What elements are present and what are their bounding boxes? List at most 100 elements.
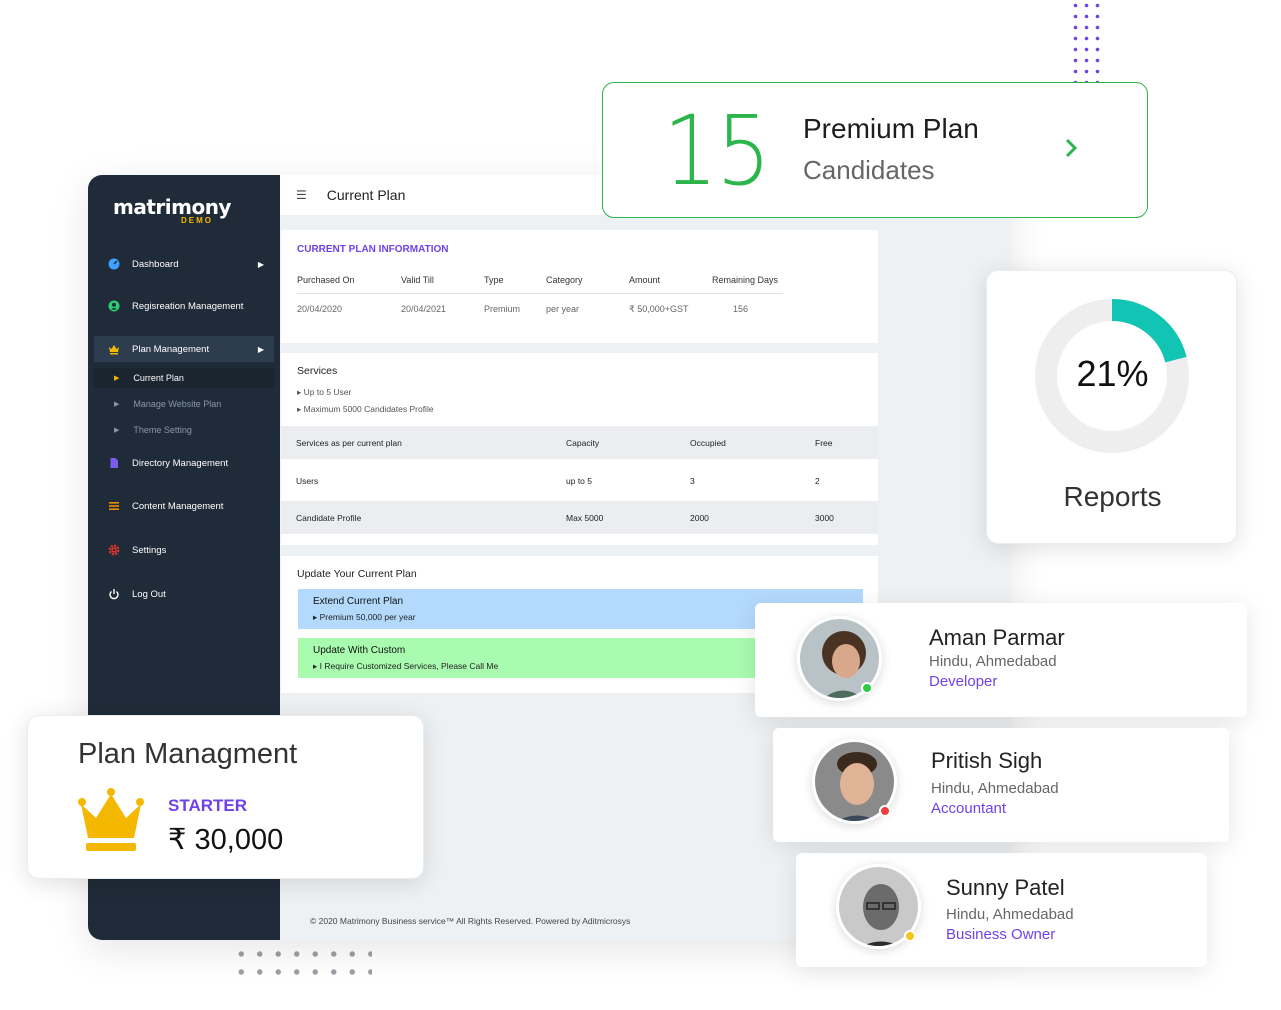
- sidebar-subitem-theme-setting[interactable]: ▶ Theme Setting: [94, 420, 274, 440]
- plan-tier: STARTER: [168, 796, 248, 815]
- reports-card[interactable]: 21% Reports: [986, 270, 1237, 544]
- menu-toggle-icon[interactable]: ☰: [296, 188, 307, 202]
- column-header: Purchased On: [297, 275, 355, 285]
- sidebar-item-content[interactable]: Content Management: [94, 493, 274, 519]
- person-role: Developer: [929, 673, 998, 690]
- sidebar-item-plan-management[interactable]: Plan Management ▶: [94, 336, 274, 362]
- crown-icon: [108, 343, 120, 355]
- table-cell: 2000: [690, 513, 709, 523]
- sidebar-item-directory[interactable]: Directory Management: [94, 450, 274, 476]
- decorative-dots-top: [1070, 0, 1102, 82]
- table-cell: 2: [815, 476, 820, 486]
- sidebar-item-label: Log Out: [132, 588, 166, 600]
- person-role: Business Owner: [946, 926, 1056, 943]
- sidebar-subitem-current-plan[interactable]: ▶ Current Plan: [94, 368, 274, 388]
- premium-plan-card[interactable]: 15 Premium Plan Candidates: [602, 82, 1148, 218]
- sidebar-item-settings[interactable]: Settings: [94, 537, 274, 563]
- current-plan-card: CURRENT PLAN INFORMATION Purchased On Va…: [281, 230, 878, 343]
- table-header: Occupied: [690, 438, 726, 448]
- update-plan-title: Update Your Current Plan: [297, 568, 417, 580]
- table-cell: Max 5000: [566, 513, 604, 523]
- person-location: Hindu, Ahmedabad: [929, 653, 1057, 670]
- sidebar-subitem-label: Theme Setting: [133, 425, 192, 435]
- cell-value: ₹ 50,000+GST: [629, 304, 689, 314]
- service-list-item: ▸ Maximum 5000 Candidates Profile: [297, 404, 434, 414]
- stage: matrimony DEMO Dashboard ▶ Regisreation …: [0, 0, 1281, 1010]
- person-name: Sunny Patel: [946, 875, 1065, 900]
- sidebar-item-label: Directory Management: [132, 457, 229, 469]
- decorative-dots-bottom: [232, 945, 372, 977]
- table-row: Users up to 5 3 2: [281, 464, 878, 497]
- option-title: Update With Custom: [313, 645, 406, 656]
- plan-price: ₹ 30,000: [168, 824, 284, 856]
- sidebar-subitem-label: Current Plan: [133, 373, 184, 383]
- crown-icon: [78, 788, 144, 859]
- plan-card-title: Plan Managment: [78, 738, 298, 770]
- table-header-row: Services as per current plan Capacity Oc…: [281, 426, 878, 459]
- person-role: Accountant: [931, 800, 1007, 817]
- table-cell: up to 5: [566, 476, 592, 486]
- caret-right-icon: ▶: [114, 427, 120, 434]
- caret-right-icon: ▶: [114, 375, 120, 382]
- user-circle-icon: [108, 300, 120, 312]
- chevron-right-icon[interactable]: [1063, 135, 1079, 166]
- person-card[interactable]: Pritish Sigh Hindu, Ahmedabad Accountant: [773, 728, 1229, 842]
- person-location: Hindu, Ahmedabad: [931, 780, 1059, 797]
- cell-value: 156: [733, 304, 749, 314]
- list-icon: [108, 500, 120, 512]
- sidebar-subitem-label: Manage Website Plan: [133, 399, 222, 409]
- logo-text: matrimony: [113, 195, 231, 219]
- sidebar-item-logout[interactable]: Log Out: [94, 581, 274, 607]
- services-title: Services: [297, 365, 338, 377]
- footer-text: © 2020 Matrimony Business service™ All R…: [310, 916, 631, 926]
- services-card: Services ▸ Up to 5 User ▸ Maximum 5000 C…: [281, 353, 878, 545]
- table-cell: Users: [296, 476, 319, 486]
- cell-value: Premium: [484, 304, 521, 314]
- caret-right-icon: ▶: [257, 344, 264, 354]
- caret-right-icon: ▶: [257, 259, 264, 269]
- person-card[interactable]: Sunny Patel Hindu, Ahmedabad Business Ow…: [796, 853, 1207, 967]
- sidebar-item-label: Settings: [132, 544, 167, 556]
- table-row: Candidate Profile Max 5000 2000 3000: [281, 501, 878, 534]
- reports-label: Reports: [1063, 481, 1162, 512]
- status-indicator: [904, 930, 916, 942]
- sidebar-item-label: Regisreation Management: [132, 300, 244, 312]
- service-list-item: ▸ Up to 5 User: [297, 387, 352, 397]
- page-title: Current Plan: [326, 187, 406, 203]
- table-header: Services as per current plan: [296, 438, 402, 448]
- logo[interactable]: matrimony DEMO: [113, 195, 231, 225]
- current-plan-heading: CURRENT PLAN INFORMATION: [297, 244, 449, 255]
- power-icon: [108, 588, 120, 600]
- premium-count: 15: [663, 95, 771, 207]
- reports-percent: 21%: [1076, 353, 1149, 394]
- sidebar-item-registration[interactable]: Regisreation Management: [94, 293, 274, 319]
- cell-value: per year: [546, 304, 580, 314]
- column-header: Category: [546, 275, 583, 285]
- logo-subtext: DEMO: [181, 216, 213, 225]
- cell-value: 20/04/2021: [401, 304, 447, 314]
- divider: [297, 293, 783, 294]
- table-cell: 3: [690, 476, 695, 486]
- plan-management-card[interactable]: Plan Managment STARTER ₹ 30,000: [27, 715, 424, 879]
- person-location: Hindu, Ahmedabad: [946, 906, 1074, 923]
- premium-subtitle: Candidates: [803, 155, 935, 185]
- caret-right-icon: ▶: [114, 401, 120, 408]
- sidebar-subitem-manage-website-plan[interactable]: ▶ Manage Website Plan: [94, 394, 274, 414]
- person-name: Aman Parmar: [929, 625, 1065, 650]
- premium-title: Premium Plan: [803, 113, 979, 144]
- dashboard-icon: [108, 258, 120, 270]
- status-indicator: [879, 805, 891, 817]
- gear-icon: [108, 544, 120, 556]
- option-title: Extend Current Plan: [313, 596, 404, 607]
- column-header: Type: [484, 275, 504, 285]
- table-cell: 3000: [815, 513, 834, 523]
- sidebar-item-label: Plan Management: [132, 343, 210, 355]
- column-header: Valid Till: [401, 275, 434, 285]
- column-header: Remaining Days: [712, 275, 779, 285]
- person-name: Pritish Sigh: [931, 748, 1043, 773]
- person-card[interactable]: Aman Parmar Hindu, Ahmedabad Developer: [755, 603, 1247, 717]
- sidebar-item-dashboard[interactable]: Dashboard ▶: [94, 251, 274, 277]
- table-header: Capacity: [566, 438, 600, 448]
- document-icon: [108, 457, 120, 469]
- status-indicator: [861, 682, 873, 694]
